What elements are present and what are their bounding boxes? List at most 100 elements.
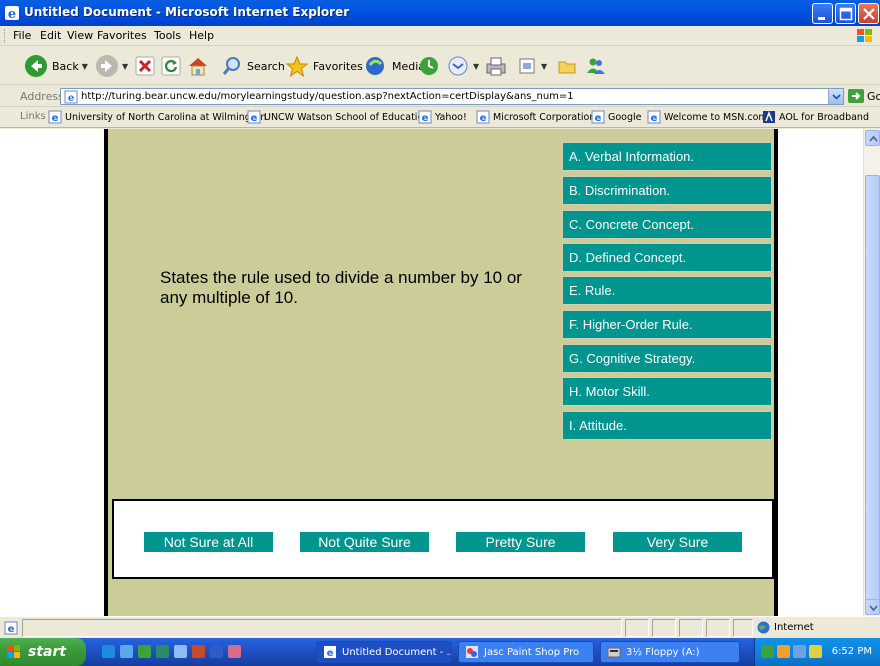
chevron-down-icon: [869, 605, 878, 612]
choice-verbal-information[interactable]: A. Verbal Information.: [562, 142, 772, 171]
messenger-button[interactable]: [584, 51, 608, 81]
maximize-icon: [839, 7, 853, 21]
quiz-panel: States the rule used to divide a number …: [104, 129, 778, 616]
page-icon: e: [647, 110, 661, 124]
app-quicklaunch-icon[interactable]: [174, 645, 187, 658]
aol-icon: [763, 110, 775, 123]
paint-quicklaunch-icon[interactable]: [228, 645, 241, 658]
clock[interactable]: 6:52 PM: [832, 646, 872, 657]
link-microsoft[interactable]: e Microsoft Corporation: [476, 110, 595, 124]
confidence-pretty-sure[interactable]: Pretty Sure: [456, 532, 585, 552]
address-label: Address: [20, 90, 64, 103]
chevron-down-icon[interactable]: ▼: [82, 62, 88, 71]
toolbar-grip[interactable]: [4, 29, 7, 43]
links-bar: Links e University of North Carolina at …: [0, 108, 880, 128]
edit-page-icon: [519, 58, 535, 74]
status-pane: [625, 619, 649, 637]
title-bar[interactable]: e Untitled Document - Microsoft Internet…: [0, 0, 880, 26]
link-yahoo[interactable]: e Yahoo!: [418, 110, 467, 124]
discuss-button[interactable]: [556, 51, 578, 81]
system-tray: 6:52 PM: [754, 638, 880, 666]
link-uncw[interactable]: e University of North Carolina at Wilmin…: [48, 110, 266, 124]
confidence-not-quite-sure[interactable]: Not Quite Sure: [300, 532, 429, 552]
confidence-very-sure[interactable]: Very Sure: [613, 532, 742, 552]
link-google[interactable]: e Google: [591, 110, 642, 124]
choice-cognitive-strategy[interactable]: G. Cognitive Strategy.: [562, 344, 772, 373]
menu-edit[interactable]: Edit: [40, 29, 61, 42]
mail-button[interactable]: ▼: [446, 51, 479, 81]
stop-button[interactable]: [134, 51, 156, 81]
globe-icon: [757, 621, 770, 634]
back-label: Back: [52, 59, 79, 73]
chevron-down-icon[interactable]: ▼: [541, 62, 547, 71]
favorites-button[interactable]: Favorites: [285, 51, 363, 81]
powerpoint-quicklaunch-icon[interactable]: [192, 645, 205, 658]
scroll-thumb[interactable]: [865, 175, 880, 605]
publisher-quicklaunch-icon[interactable]: [156, 645, 169, 658]
svg-text:e: e: [52, 113, 59, 124]
search-button[interactable]: Search: [221, 51, 285, 81]
minimize-button[interactable]: [812, 3, 833, 24]
word-quicklaunch-icon[interactable]: [210, 645, 223, 658]
print-button[interactable]: [484, 51, 508, 81]
chevron-down-icon[interactable]: ▼: [122, 62, 128, 71]
menu-view[interactable]: View: [67, 29, 93, 42]
ie-quicklaunch-icon[interactable]: [102, 645, 115, 658]
excel-quicklaunch-icon[interactable]: [138, 645, 151, 658]
question-text: States the rule used to divide a number …: [160, 268, 522, 307]
choice-defined-concept[interactable]: D. Defined Concept.: [562, 243, 772, 272]
task-floppy[interactable]: 3½ Floppy (A:): [600, 641, 740, 663]
url-text[interactable]: http://turing.bear.uncw.edu/morylearning…: [81, 91, 574, 102]
page-viewport: States the rule used to divide a number …: [0, 129, 880, 616]
choice-attitude[interactable]: I. Attitude.: [562, 411, 772, 440]
link-aol[interactable]: AOL for Broadband: [762, 110, 869, 124]
tray-app-icon[interactable]: [793, 645, 806, 658]
confidence-not-sure-at-all[interactable]: Not Sure at All: [144, 532, 273, 552]
address-input[interactable]: e http://turing.bear.uncw.edu/morylearni…: [60, 88, 844, 105]
home-button[interactable]: [186, 51, 210, 81]
task-paint-shop-pro[interactable]: Jasc Paint Shop Pro: [458, 641, 594, 663]
menu-help[interactable]: Help: [189, 29, 214, 42]
link-label: UNCW Watson School of Education: [264, 111, 430, 123]
ie-quicklaunch-icon[interactable]: [120, 645, 133, 658]
link-msn[interactable]: e Welcome to MSN.com: [647, 110, 768, 124]
task-label: Jasc Paint Shop Pro: [484, 646, 580, 658]
svg-text:e: e: [327, 648, 334, 659]
tray-app-icon[interactable]: [809, 645, 822, 658]
edit-button[interactable]: ▼: [516, 51, 547, 81]
maximize-button[interactable]: [835, 3, 856, 24]
choice-higher-order-rule[interactable]: F. Higher-Order Rule.: [562, 310, 772, 339]
scroll-up-button[interactable]: [865, 130, 880, 146]
choice-concrete-concept[interactable]: C. Concrete Concept.: [562, 210, 772, 239]
link-watson[interactable]: e UNCW Watson School of Education: [247, 110, 429, 124]
close-button[interactable]: [858, 3, 879, 24]
links-label: Links: [20, 111, 46, 122]
svg-text:e: e: [480, 113, 487, 124]
back-button[interactable]: Back ▼: [24, 51, 88, 81]
choice-discrimination[interactable]: B. Discrimination.: [562, 176, 772, 205]
status-pane: [652, 619, 676, 637]
vertical-scrollbar[interactable]: [863, 129, 880, 616]
tray-network-icon[interactable]: [761, 645, 774, 658]
menu-file[interactable]: File: [13, 29, 31, 42]
task-label: Untitled Document - ...: [342, 646, 452, 658]
menu-favorites[interactable]: Favorites: [97, 29, 147, 42]
svg-text:e: e: [8, 7, 16, 21]
address-dropdown-button[interactable]: [828, 89, 843, 104]
choice-rule[interactable]: E. Rule.: [562, 276, 772, 305]
chevron-down-icon[interactable]: ▼: [473, 62, 479, 71]
refresh-button[interactable]: [160, 51, 182, 81]
task-untitled-document[interactable]: e Untitled Document - ...: [316, 641, 452, 663]
forward-button[interactable]: ▼: [95, 51, 128, 81]
media-button[interactable]: Media: [364, 51, 425, 81]
scroll-down-button[interactable]: [865, 599, 880, 615]
go-button[interactable]: Go: [848, 89, 880, 103]
choice-motor-skill[interactable]: H. Motor Skill.: [562, 377, 772, 406]
page-icon: e: [591, 110, 605, 124]
menu-tools[interactable]: Tools: [154, 29, 181, 42]
page-icon: e: [418, 110, 432, 124]
history-button[interactable]: [418, 51, 440, 81]
link-label: Yahoo!: [435, 111, 467, 123]
tray-app-icon[interactable]: [777, 645, 790, 658]
start-button[interactable]: start: [0, 638, 86, 666]
